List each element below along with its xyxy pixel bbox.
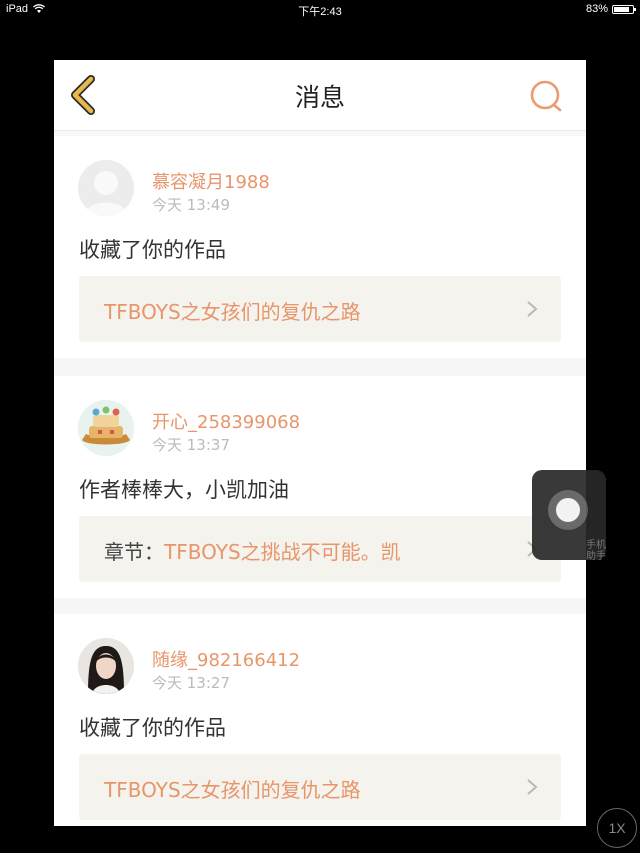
message-time: 今天 13:37 <box>152 436 230 454</box>
message-text: 收藏了你的作品 <box>79 716 226 740</box>
message-item: 开心_258399068 今天 13:37 作者棒棒大，小凯加油 章节：TFBO… <box>54 376 586 598</box>
assistive-touch-dot <box>556 498 580 522</box>
reference-title: TFBOYS之挑战不可能。凯 <box>164 540 401 564</box>
battery-percent: 83% <box>585 3 608 15</box>
search-icon <box>530 80 562 112</box>
search-button[interactable] <box>528 78 564 114</box>
page-title: 消息 <box>294 83 345 112</box>
message-item: 随缘_982166412 今天 13:27 收藏了你的作品 TFBOYS之女孩们… <box>54 614 586 826</box>
status-right: 83% <box>585 3 636 15</box>
avatar[interactable] <box>78 638 134 694</box>
chevron-right-icon <box>527 301 538 317</box>
reference-text: TFBOYS之女孩们的复仇之路 <box>104 774 361 803</box>
username-link[interactable]: 慕容凝月1988 <box>152 168 270 194</box>
avatar[interactable] <box>78 160 134 216</box>
username-link[interactable]: 开心_258399068 <box>152 408 300 434</box>
nav-bar: 消息 <box>54 60 586 131</box>
default-avatar-icon <box>78 160 134 216</box>
message-text: 收藏了你的作品 <box>79 238 226 262</box>
username-link[interactable]: 随缘_982166412 <box>152 646 300 672</box>
message-time: 今天 13:27 <box>152 674 230 692</box>
assistive-touch-label: 手机助手 <box>586 540 606 562</box>
assistive-touch-button[interactable]: 手机助手 <box>532 470 606 562</box>
message-text: 作者棒棒大，小凯加油 <box>79 478 289 502</box>
user-photo-avatar <box>78 638 134 694</box>
chapter-reference-link[interactable]: 章节：TFBOYS之挑战不可能。凯 <box>79 516 561 582</box>
chevron-right-icon <box>527 779 538 795</box>
status-bar: iPad 下午2:43 83% <box>0 0 640 18</box>
reference-text: TFBOYS之女孩们的复仇之路 <box>104 296 361 325</box>
work-reference-link[interactable]: TFBOYS之女孩们的复仇之路 <box>79 754 561 820</box>
work-reference-link[interactable]: TFBOYS之女孩们的复仇之路 <box>79 276 561 342</box>
message-item: 慕容凝月1988 今天 13:49 收藏了你的作品 TFBOYS之女孩们的复仇之… <box>54 136 586 358</box>
battery-fill <box>614 6 629 12</box>
reference-prefix: 章节： <box>104 540 164 564</box>
battery-icon <box>612 4 636 14</box>
reference-text: 章节：TFBOYS之挑战不可能。凯 <box>104 536 401 565</box>
cake-avatar-icon <box>78 400 134 456</box>
reference-title: TFBOYS之女孩们的复仇之路 <box>104 778 361 802</box>
reference-title: TFBOYS之女孩们的复仇之路 <box>104 300 361 324</box>
message-time: 今天 13:49 <box>152 196 230 214</box>
app-screen: 消息 慕容凝月1988 今天 13:49 收藏了你的作品 TFBOYS之女孩们的… <box>54 60 586 826</box>
zoom-toggle-button[interactable]: 1X <box>597 808 637 848</box>
status-time: 下午2:43 <box>298 6 342 18</box>
avatar[interactable] <box>78 400 134 456</box>
